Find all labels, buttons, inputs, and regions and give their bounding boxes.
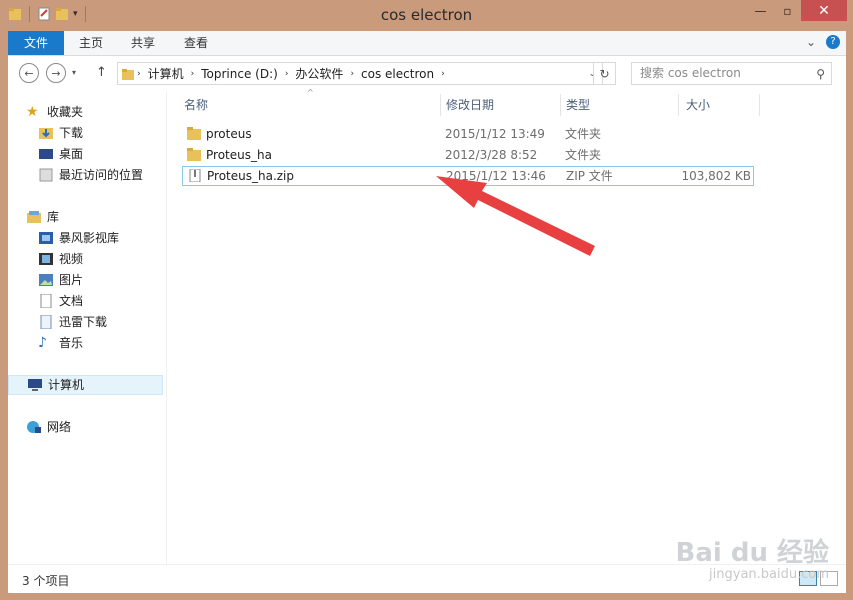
breadcrumb-chevron-icon[interactable]: › [285, 69, 289, 79]
up-button[interactable]: ↑ [96, 65, 107, 80]
main-content: ★ 收藏夹 下载 桌面 最近访问的位置 库 暴风影视库 视频 图片 文档 迅雷下… [8, 88, 846, 564]
breadcrumb-chevron-icon[interactable]: › [350, 69, 354, 79]
back-icon: ← [24, 66, 34, 80]
maximize-button[interactable]: ▫ [774, 0, 801, 21]
search-placeholder: 搜索 cos electron [640, 66, 741, 80]
explorer-window: ▾ cos electron — ▫ ✕ 文件 主页 共享 查看 ⌄ ? ← →… [0, 0, 853, 600]
address-field[interactable]: › 计算机 › Toprince (D:) › 办公软件 › cos elect… [117, 62, 603, 85]
close-button[interactable]: ✕ [801, 0, 847, 21]
expand-ribbon-icon[interactable]: ⌄ [806, 35, 816, 49]
tab-view[interactable]: 查看 [172, 31, 220, 55]
breadcrumb-chevron-icon[interactable]: › [441, 69, 445, 79]
window-title: cos electron [380, 6, 473, 24]
title-bar: ▾ cos electron — ▫ ✕ [0, 0, 853, 31]
search-input[interactable]: 搜索 cos electron ⚲ [631, 62, 832, 85]
recent-locations-chevron-icon[interactable]: ▾ [72, 68, 76, 77]
folder-icon [122, 68, 134, 80]
tab-file[interactable]: 文件 [8, 31, 64, 55]
refresh-icon: ↻ [599, 66, 610, 81]
breadcrumb-drive[interactable]: Toprince (D:) [201, 67, 278, 81]
breadcrumb-chevron-icon[interactable]: › [191, 69, 195, 79]
breadcrumb-computer[interactable]: 计算机 [148, 65, 184, 82]
navigation-bar: ← → ▾ ↑ › 计算机 › Toprince (D:) › 办公软件 › c… [8, 56, 846, 92]
back-button[interactable]: ← [19, 63, 39, 83]
refresh-button[interactable]: ↻ [593, 62, 616, 85]
search-icon: ⚲ [816, 67, 825, 81]
annotation-arrow-shape [436, 176, 595, 256]
ribbon-tabs: 文件 主页 共享 查看 ⌄ ? [8, 31, 846, 56]
breadcrumb-chevron-icon[interactable]: › [137, 69, 141, 79]
window-controls: — ▫ ✕ [747, 0, 847, 21]
minimize-button[interactable]: — [747, 0, 774, 21]
tab-share[interactable]: 共享 [120, 31, 166, 55]
tab-home[interactable]: 主页 [66, 31, 116, 55]
annotation-arrow [436, 176, 595, 256]
ribbon-controls: ⌄ ? [806, 35, 840, 49]
breadcrumb-office-software[interactable]: 办公软件 [295, 65, 343, 82]
watermark: Bai du 经验 jingyan.baidu.com [676, 539, 830, 582]
forward-icon: → [51, 66, 61, 80]
item-count: 3 个项目 [22, 574, 70, 588]
help-icon[interactable]: ? [826, 35, 840, 49]
watermark-brand: Bai du 经验 [675, 538, 830, 569]
breadcrumb-current[interactable]: cos electron [361, 67, 434, 81]
forward-button[interactable]: → [46, 63, 66, 83]
up-icon: ↑ [96, 65, 107, 80]
watermark-url: jingyan.baidu.com [709, 566, 829, 582]
